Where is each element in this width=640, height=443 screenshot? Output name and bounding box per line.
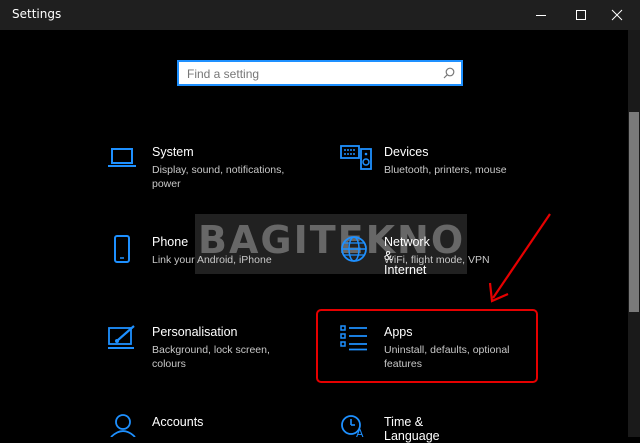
annotation-arrow (488, 213, 551, 303)
scrollbar-thumb[interactable] (629, 112, 639, 312)
